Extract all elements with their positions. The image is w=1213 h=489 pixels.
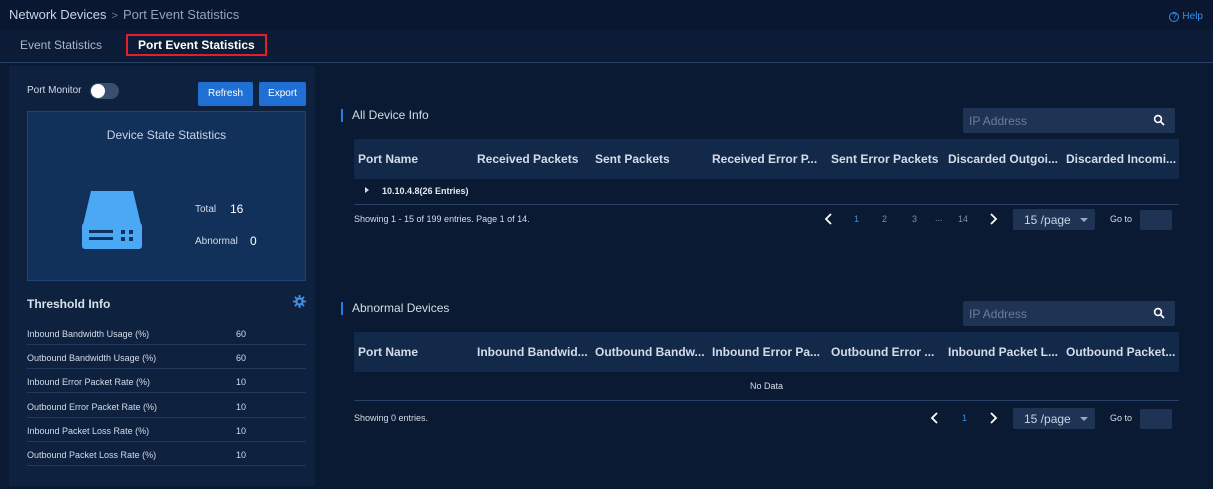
- threshold-label: Outbound Packet Loss Rate (%): [27, 450, 157, 460]
- column-header[interactable]: Outbound Error ...: [831, 345, 944, 359]
- page-size-select[interactable]: 15 /page: [1013, 209, 1095, 230]
- column-header[interactable]: Outbound Bandw...: [595, 345, 708, 359]
- tab-event-statistics[interactable]: Event Statistics: [10, 34, 112, 56]
- page-size-value: 15 /page: [1024, 213, 1071, 227]
- device-state-statistics-card: Device State Statistics Total 16 Abnorma…: [27, 111, 306, 281]
- breadcrumb-separator: >: [111, 10, 118, 22]
- column-header[interactable]: Sent Error Packets: [831, 152, 944, 166]
- gear-icon[interactable]: [293, 295, 306, 308]
- breadcrumb-current: Port Event Statistics: [122, 7, 240, 22]
- search-placeholder: IP Address: [969, 307, 1027, 321]
- tab-bar: Event Statistics Port Event Statistics: [0, 30, 1213, 63]
- threshold-row: Outbound Bandwidth Usage (%) 60: [27, 345, 306, 369]
- refresh-button[interactable]: Refresh: [198, 82, 253, 106]
- abnormal-value: 0: [250, 234, 257, 248]
- empty-table-message: No Data: [354, 371, 1179, 401]
- page-size-select[interactable]: 15 /page: [1013, 408, 1095, 429]
- column-header[interactable]: Received Error P...: [712, 152, 825, 166]
- help-label: Help: [1182, 11, 1203, 22]
- device-group-row[interactable]: 10.10.4.8(26 Entries): [354, 179, 1179, 205]
- tab-port-event-statistics[interactable]: Port Event Statistics: [126, 34, 267, 56]
- table-header: Port Name Inbound Bandwid... Outbound Ba…: [354, 332, 1179, 372]
- chevron-down-icon: [1080, 218, 1088, 222]
- goto-label: Go to: [1110, 214, 1133, 224]
- abnormal-devices-title: Abnormal Devices: [341, 302, 449, 315]
- left-panel: Port Monitor Refresh Export Device State…: [9, 66, 315, 486]
- threshold-value: 10: [236, 402, 247, 412]
- expand-caret-icon[interactable]: [365, 187, 369, 193]
- column-header[interactable]: Port Name: [358, 152, 471, 166]
- column-header[interactable]: Inbound Bandwid...: [477, 345, 590, 359]
- search-placeholder: IP Address: [969, 114, 1027, 128]
- help-circle-icon: ?: [1169, 11, 1180, 22]
- threshold-label: Outbound Bandwidth Usage (%): [27, 353, 157, 363]
- breadcrumb: Network Devices > Port Event Statistics: [9, 7, 239, 22]
- page-link[interactable]: 14: [958, 214, 968, 224]
- threshold-row: Inbound Packet Loss Rate (%) 10: [27, 418, 306, 442]
- chevron-right-icon[interactable]: [988, 412, 998, 424]
- threshold-label: Inbound Packet Loss Rate (%): [27, 426, 150, 436]
- page-link[interactable]: 2: [882, 214, 887, 224]
- threshold-row: Outbound Packet Loss Rate (%) 10: [27, 442, 306, 466]
- page-size-value: 15 /page: [1024, 412, 1071, 426]
- device-group-label: 10.10.4.8(26 Entries): [382, 186, 469, 196]
- all-device-info-section: All Device Info IP Address Port Name Rec…: [341, 104, 1179, 244]
- column-header[interactable]: Inbound Error Pa...: [712, 345, 825, 359]
- port-monitor-label: Port Monitor: [27, 85, 82, 96]
- chevron-right-icon[interactable]: [988, 213, 998, 225]
- column-header[interactable]: Outbound Packet...: [1066, 345, 1179, 359]
- threshold-value: 60: [236, 329, 247, 339]
- ip-search-input[interactable]: IP Address: [963, 301, 1175, 326]
- goto-page-input[interactable]: [1140, 210, 1172, 230]
- help-link[interactable]: ? Help: [1169, 11, 1203, 22]
- toggle-knob: [91, 84, 105, 98]
- total-value: 16: [230, 202, 244, 216]
- column-header[interactable]: Discarded Outgoi...: [948, 152, 1061, 166]
- threshold-row: Inbound Bandwidth Usage (%) 60: [27, 321, 306, 345]
- threshold-value: 10: [236, 377, 247, 387]
- abnormal-devices-section: Abnormal Devices IP Address Port Name In…: [341, 297, 1179, 437]
- threshold-value: 10: [236, 450, 247, 460]
- threshold-row: Inbound Error Packet Rate (%) 10: [27, 369, 306, 393]
- threshold-value: 10: [236, 426, 247, 436]
- chevron-down-icon: [1080, 417, 1088, 421]
- goto-label: Go to: [1110, 413, 1133, 423]
- device-state-title: Device State Statistics: [106, 128, 227, 142]
- column-header[interactable]: Sent Packets: [595, 152, 708, 166]
- chevron-left-icon[interactable]: [824, 213, 834, 225]
- page-link[interactable]: 1: [962, 413, 967, 423]
- threshold-label: Inbound Error Packet Rate (%): [27, 377, 151, 387]
- abnormal-label: Abnormal: [195, 236, 238, 247]
- total-label: Total: [195, 204, 217, 215]
- pagination-info: Showing 1 - 15 of 199 entries. Page 1 of…: [354, 214, 530, 224]
- column-header[interactable]: Received Packets: [477, 152, 590, 166]
- column-header[interactable]: Port Name: [358, 345, 471, 359]
- column-header[interactable]: Discarded Incomi...: [1066, 152, 1179, 166]
- threshold-row: Outbound Error Packet Rate (%) 10: [27, 394, 306, 418]
- page-ellipsis[interactable]: ...: [935, 213, 943, 223]
- search-icon[interactable]: [1153, 114, 1165, 126]
- export-button[interactable]: Export: [259, 82, 306, 106]
- ip-search-input[interactable]: IP Address: [963, 108, 1175, 133]
- page-link[interactable]: 1: [854, 214, 859, 224]
- port-monitor-toggle[interactable]: [90, 83, 119, 99]
- top-bar: Network Devices > Port Event Statistics ? …: [0, 0, 1213, 30]
- search-icon[interactable]: [1153, 307, 1165, 319]
- column-header[interactable]: Inbound Packet L...: [948, 345, 1061, 359]
- threshold-info-title: Threshold Info: [27, 297, 111, 311]
- table-header: Port Name Received Packets Sent Packets …: [354, 139, 1179, 179]
- threshold-label: Outbound Error Packet Rate (%): [27, 402, 158, 412]
- pagination-info: Showing 0 entries.: [354, 413, 429, 423]
- page-link[interactable]: 3: [912, 214, 917, 224]
- server-icon: [82, 191, 142, 249]
- breadcrumb-root[interactable]: Network Devices: [9, 7, 107, 22]
- goto-page-input[interactable]: [1140, 409, 1172, 429]
- all-device-info-title: All Device Info: [341, 109, 429, 122]
- threshold-label: Inbound Bandwidth Usage (%): [27, 329, 150, 339]
- threshold-value: 60: [236, 353, 247, 363]
- chevron-left-icon[interactable]: [930, 412, 940, 424]
